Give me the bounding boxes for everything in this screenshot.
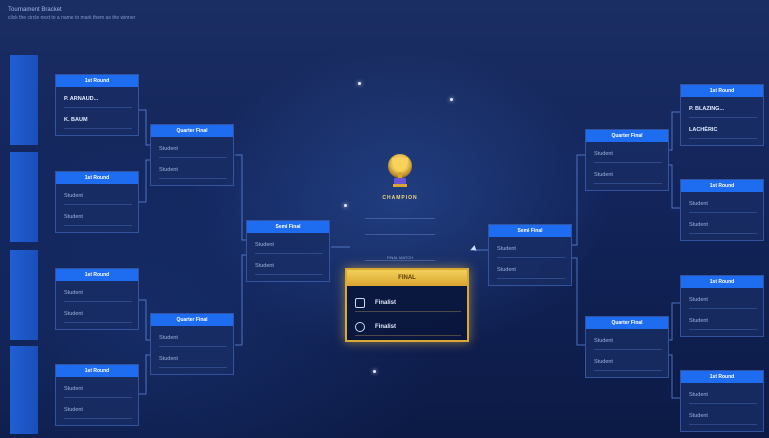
competitor-slot[interactable]: Student — [689, 291, 757, 309]
competitor-slot[interactable]: Student — [159, 161, 227, 179]
match-header: Quarter Final — [151, 314, 233, 326]
match-header: 1st Round — [681, 180, 763, 192]
match-header: 1st Round — [56, 269, 138, 281]
competitor-slot[interactable]: Student — [594, 166, 662, 184]
match-header: Semi Final — [489, 225, 571, 237]
right-quarterfinal-match-2[interactable]: Quarter Final Student Student — [585, 316, 669, 378]
match-header: 1st Round — [681, 85, 763, 97]
competitor-slot[interactable]: Student — [64, 401, 132, 419]
competitor-slot[interactable]: LACHÈRIC — [689, 121, 757, 139]
left-round1-match-2[interactable]: 1st Round Student Student — [55, 171, 139, 233]
right-round1-match-2[interactable]: 1st Round Student Student — [680, 179, 764, 241]
right-round1-match-3[interactable]: 1st Round Student Student — [680, 275, 764, 337]
left-round1-match-4[interactable]: 1st Round Student Student — [55, 364, 139, 426]
checkbox-icon[interactable] — [355, 298, 365, 308]
match-header: 1st Round — [56, 172, 138, 184]
radio-icon[interactable] — [355, 322, 365, 332]
competitor-slot[interactable]: Student — [64, 187, 132, 205]
competitor-slot[interactable]: Student — [255, 257, 323, 275]
competitor-slot[interactable]: Student — [255, 236, 323, 254]
competitor-slot[interactable]: Student — [497, 261, 565, 279]
left-semifinal-match[interactable]: Semi Final Student Student — [246, 220, 330, 282]
match-header: 1st Round — [56, 365, 138, 377]
left-quarterfinal-match-1[interactable]: Quarter Final Student Student — [150, 124, 234, 186]
competitor-slot[interactable]: Student — [64, 284, 132, 302]
competitor-slot[interactable]: P. ARNAUD... — [64, 90, 132, 108]
finalist-name: Finalist — [375, 324, 397, 330]
competitor-slot[interactable]: Student — [159, 329, 227, 347]
match-header: 1st Round — [681, 371, 763, 383]
competitor-slot[interactable]: Student — [497, 240, 565, 258]
competitor-slot[interactable]: Student — [689, 216, 757, 234]
match-header: Quarter Final — [586, 130, 668, 142]
competitor-slot[interactable]: P. BLAZING... — [689, 100, 757, 118]
match-header: 1st Round — [56, 75, 138, 87]
competitor-slot[interactable]: Student — [689, 195, 757, 213]
competitor-slot[interactable]: Student — [689, 312, 757, 330]
champion-title: CHAMPION — [382, 195, 418, 201]
competitor-slot[interactable]: Student — [159, 140, 227, 158]
match-header: 1st Round — [681, 276, 763, 288]
competitor-slot[interactable]: Student — [159, 350, 227, 368]
bracket-stage: Tournament Bracket click the circle next… — [0, 0, 769, 438]
right-round1-match-1[interactable]: 1st Round P. BLAZING... LACHÈRIC — [680, 84, 764, 146]
finalist-name: Finalist — [375, 300, 397, 306]
competitor-slot[interactable]: Student — [689, 386, 757, 404]
competitor-slot[interactable]: Student — [594, 332, 662, 350]
competitor-slot[interactable]: Student — [594, 145, 662, 163]
competitor-slot[interactable]: Student — [64, 208, 132, 226]
left-round1-match-3[interactable]: 1st Round Student Student — [55, 268, 139, 330]
finalist-row-2[interactable]: Finalist — [355, 318, 461, 336]
finalist-row-1[interactable]: Finalist — [355, 294, 461, 312]
competitor-slot[interactable]: Student — [689, 407, 757, 425]
left-round1-match-1[interactable]: 1st Round P. ARNAUD... K. BAUM — [55, 74, 139, 136]
left-quarterfinal-match-2[interactable]: Quarter Final Student Student — [150, 313, 234, 375]
final-header: FINAL — [347, 270, 467, 286]
competitor-slot[interactable]: K. BAUM — [64, 111, 132, 129]
final-match-box[interactable]: FINAL Finalist Finalist — [345, 268, 469, 342]
trophy-icon — [388, 154, 412, 187]
right-round1-match-4[interactable]: 1st Round Student Student — [680, 370, 764, 432]
match-header: Quarter Final — [151, 125, 233, 137]
competitor-slot[interactable]: Student — [594, 353, 662, 371]
right-quarterfinal-match-1[interactable]: Quarter Final Student Student — [585, 129, 669, 191]
final-match-label: FINAL MATCH — [365, 254, 435, 261]
right-semifinal-match[interactable]: Semi Final Student Student — [488, 224, 572, 286]
match-header: Semi Final — [247, 221, 329, 233]
champion-line — [365, 212, 435, 219]
competitor-slot[interactable]: Student — [64, 380, 132, 398]
champion-line — [365, 228, 435, 235]
competitor-slot[interactable]: Student — [64, 305, 132, 323]
match-header: Quarter Final — [586, 317, 668, 329]
